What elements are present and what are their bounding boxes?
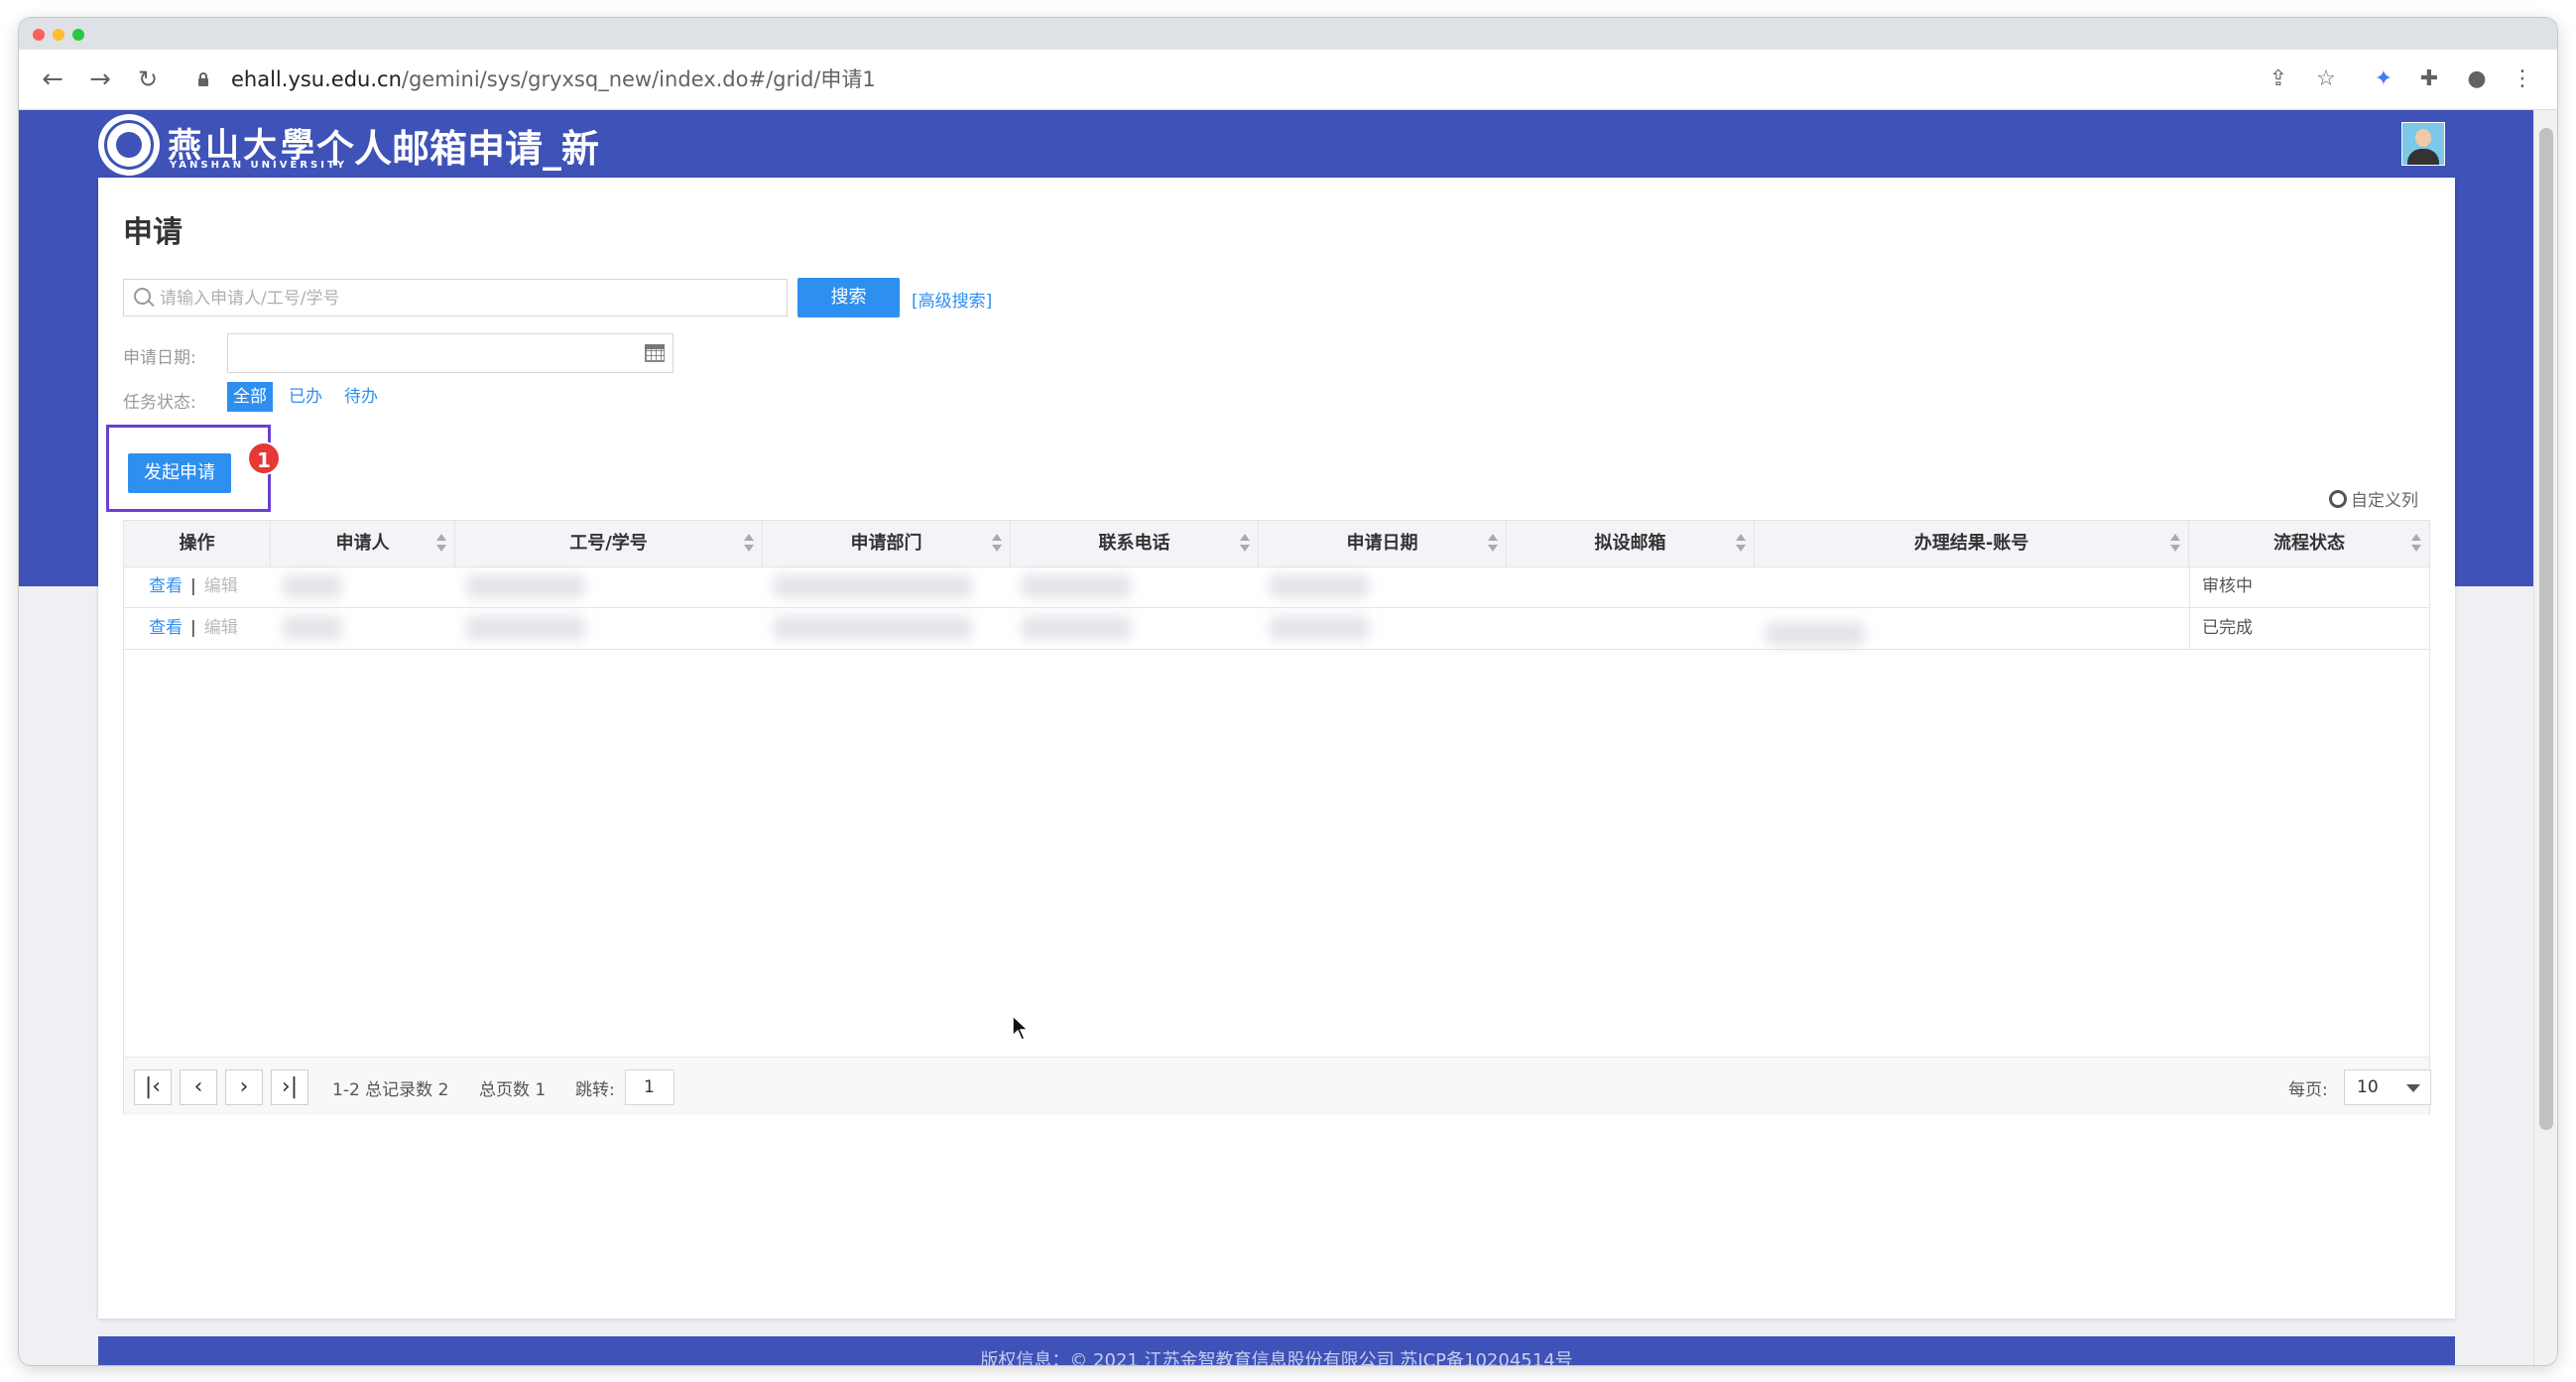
column-header-email[interactable]: 拟设邮箱 [1507,521,1755,566]
redacted-cell [466,616,585,640]
sort-icon[interactable] [1488,534,1498,554]
jump-label: 跳转: [575,1080,615,1100]
search-box [123,279,788,317]
forward-arrow-icon[interactable]: → [84,63,116,95]
url-path: /gemini/sys/gryxsq_new/index.do#/grid/申请… [401,67,876,91]
browser-menu-icon[interactable]: ⋮ [2507,63,2538,95]
row-status: 已完成 [2189,608,2429,649]
scrollbar-thumb[interactable] [2539,128,2553,1130]
footer: 版权信息：© 2021 江苏金智教育信息股份有限公司 苏ICP备10204514… [98,1336,2455,1365]
browser-toolbar: ← → ↻ ehall.ysu.edu.cn/gemini/sys/gryxsq… [19,50,2557,110]
step-badge: 1 [247,441,281,475]
calendar-icon[interactable] [645,344,665,362]
record-range: 1-2 总记录数 2 [332,1080,449,1100]
view-link[interactable]: 查看 [149,576,183,596]
sort-icon[interactable] [1736,534,1746,554]
reload-icon[interactable]: ↻ [132,63,164,95]
status-label: 任务状态: [123,393,196,413]
lock-icon [198,72,208,86]
column-header-staff-id[interactable]: 工号/学号 [455,521,763,566]
title-bar [19,18,2557,50]
advanced-search-link[interactable]: [高级搜索] [912,287,992,312]
date-label: 申请日期: [123,348,196,368]
data-grid: 操作 申请人 工号/学号 申请部门 联系电话 申请日期 拟设邮箱 办理结果-账号… [123,520,2431,1115]
search-input[interactable] [158,280,777,317]
close-window-button[interactable] [33,29,45,41]
redacted-cell [1270,574,1369,598]
address-bar[interactable]: ehall.ysu.edu.cn/gemini/sys/gryxsq_new/i… [231,65,876,93]
url-host: ehall.ysu.edu.cn [231,67,402,91]
first-page-button[interactable]: |‹ [134,1069,172,1105]
column-header-phone[interactable]: 联系电话 [1011,521,1259,566]
row-actions: 查看 | 编辑 [149,618,238,638]
row-status: 审核中 [2189,566,2429,607]
status-filter-all[interactable]: 全部 [227,382,273,412]
user-avatar[interactable] [2401,122,2445,166]
sort-icon[interactable] [1240,534,1250,554]
share-icon[interactable]: ⇪ [2263,63,2294,95]
apply-button[interactable]: 发起申请 [128,453,231,493]
search-icon [134,288,151,305]
footer-text: 版权信息：© 2021 江苏金智教育信息股份有限公司 苏ICP备10204514… [980,1350,1573,1365]
view-link[interactable]: 查看 [149,618,183,638]
main-card: 申请 搜索 [高级搜索] 申请日期: 任务状态: 全部 已办 待办 发起申请 1… [98,178,2455,1319]
gear-icon [2329,490,2347,508]
redacted-cell [774,574,972,598]
sort-icon[interactable] [744,534,754,554]
maximize-window-button[interactable] [72,29,84,41]
vertical-scrollbar[interactable] [2533,110,2557,1365]
page-title: 申请 [123,215,183,250]
column-header-applicant[interactable]: 申请人 [271,521,455,566]
total-pages: 总页数 1 [479,1080,547,1100]
column-header-date[interactable]: 申请日期 [1259,521,1507,566]
sort-icon[interactable] [2170,534,2180,554]
university-logo [98,114,160,176]
sort-icon[interactable] [992,534,1002,554]
extensions-puzzle-icon[interactable]: ✚ [2413,63,2445,95]
column-header-result[interactable]: 办理结果-账号 [1755,521,2189,566]
redacted-cell [466,574,585,598]
column-header-actions[interactable]: 操作 [124,521,271,566]
app-header: 燕山大學 YANSHAN UNIVERSITY 个人邮箱申请_新 [19,110,2533,178]
sort-icon[interactable] [2411,534,2421,554]
page-viewport: 燕山大學 YANSHAN UNIVERSITY 个人邮箱申请_新 申请 搜索 [… [19,110,2533,1365]
redacted-cell [774,616,972,640]
edit-link[interactable]: 编辑 [204,618,238,638]
pagination-bar: |‹ ‹ › ›| 1-2 总记录数 2 总页数 1 跳转: 1 每页: 10 [124,1057,2431,1115]
date-field[interactable] [227,333,674,373]
search-button[interactable]: 搜索 [797,278,900,317]
table-row: 查看 | 编辑 已完成 [124,608,2429,650]
row-actions: 查看 | 编辑 [149,576,238,596]
prev-page-button[interactable]: ‹ [180,1069,217,1105]
status-filter-done[interactable]: 已办 [283,382,328,412]
per-page-label: 每页: [2288,1080,2328,1100]
column-header-status[interactable]: 流程状态 [2189,521,2429,566]
jump-page-input[interactable]: 1 [625,1069,675,1105]
mouse-cursor-icon [1012,1015,1030,1041]
per-page-select[interactable]: 10 [2344,1069,2431,1105]
redacted-cell [1022,574,1131,598]
redacted-cell [1766,622,1865,646]
table-row: 查看 | 编辑 审核中 [124,566,2429,608]
bookmark-star-icon[interactable]: ☆ [2310,63,2342,95]
redacted-cell [283,616,342,640]
minimize-window-button[interactable] [53,29,64,41]
redacted-cell [1270,616,1369,640]
sort-icon[interactable] [436,534,446,554]
status-filter-todo[interactable]: 待办 [338,382,384,412]
back-arrow-icon[interactable]: ← [37,63,68,95]
customize-columns-label: 自定义列 [2351,491,2418,511]
browser-window: ← → ↻ ehall.ysu.edu.cn/gemini/sys/gryxsq… [19,18,2557,1365]
extension-bird-icon[interactable]: ✦ [2368,63,2399,95]
customize-columns-link[interactable]: 自定义列 [2329,486,2418,511]
next-page-button[interactable]: › [225,1069,263,1105]
redacted-cell [1022,616,1131,640]
edit-link[interactable]: 编辑 [204,576,238,596]
app-title: 个人邮箱申请_新 [316,127,600,171]
column-header-department[interactable]: 申请部门 [763,521,1011,566]
last-page-button[interactable]: ›| [271,1069,308,1105]
profile-icon[interactable]: ● [2461,63,2493,95]
table-header: 操作 申请人 工号/学号 申请部门 联系电话 申请日期 拟设邮箱 办理结果-账号… [124,521,2429,567]
redacted-cell [283,574,342,598]
